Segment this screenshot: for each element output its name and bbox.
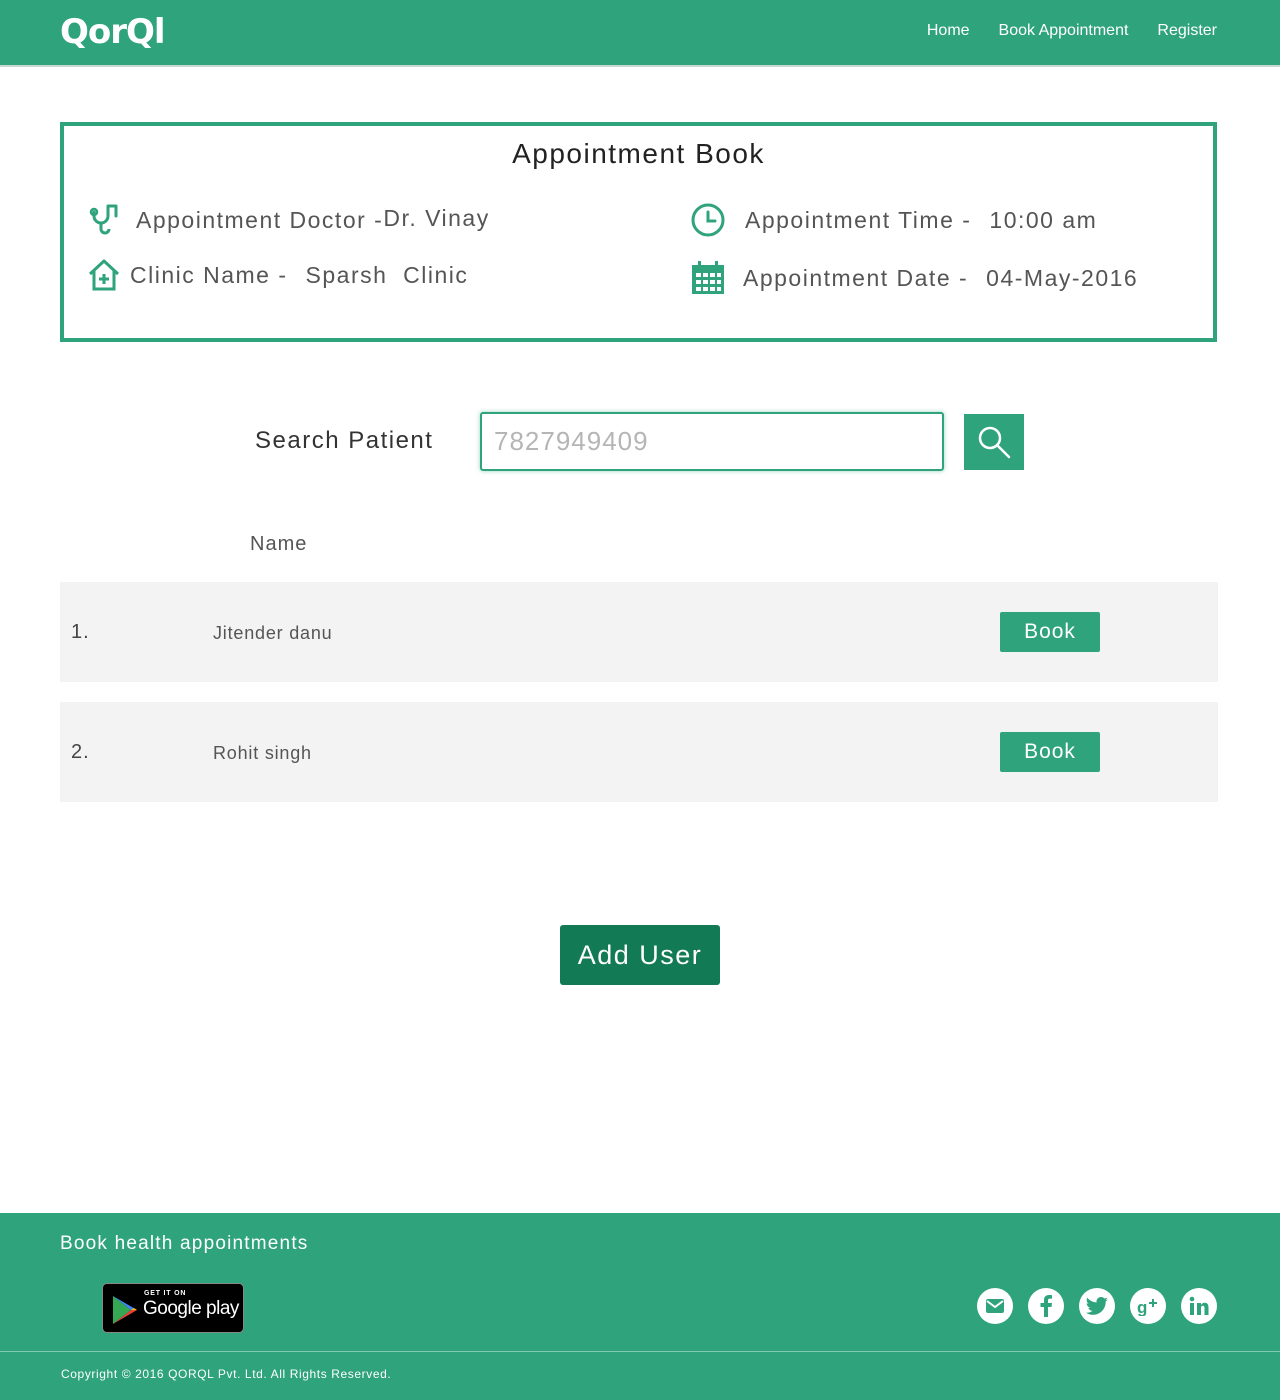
time-label: Appointment Time - (745, 206, 972, 233)
name-column-header: Name (250, 533, 308, 555)
patient-name: Rohit singh (213, 743, 312, 763)
clinic-value: Sparsh Clinic (305, 261, 469, 288)
copyright-text: Copyright © 2016 QORQL Pvt. Ltd. All Rig… (61, 1367, 392, 1381)
clock-icon (691, 203, 725, 237)
linkedin-icon[interactable] (1181, 1288, 1217, 1324)
search-icon (978, 426, 1011, 459)
footer: Book health appointments GET IT ON Googl… (0, 1213, 1280, 1400)
facebook-icon[interactable] (1028, 1288, 1064, 1324)
clinic-row: Clinic Name - Sparsh Clinic (86, 257, 468, 293)
time-row: Appointment Time - 10:00 am (690, 202, 1097, 238)
row-number: 2. (71, 741, 90, 763)
clinic-label: Clinic Name - (130, 261, 288, 288)
footer-tagline: Book health appointments (60, 1233, 309, 1254)
search-patient-label: Search Patient (255, 427, 434, 454)
doctor-label: Appointment Doctor - (136, 206, 384, 233)
doctor-value: Dr. Vinay (383, 204, 490, 231)
add-user-button[interactable]: Add User (560, 925, 720, 985)
date-label: Appointment Date - (743, 264, 969, 291)
google-plus-icon[interactable]: g (1130, 1288, 1166, 1324)
table-row: 1. Jitender danu Book (60, 582, 1218, 682)
social-links: g (977, 1288, 1217, 1324)
time-value: 10:00 am (989, 206, 1098, 233)
main-nav: Home Book Appointment Register (927, 20, 1217, 42)
search-button[interactable] (964, 414, 1024, 470)
footer-divider (0, 1351, 1280, 1352)
patient-name: Jitender danu (213, 623, 333, 643)
top-header: QorQl Home Book Appointment Register (0, 0, 1280, 67)
clinic-home-icon (88, 259, 120, 291)
nav-register-link[interactable]: Register (1157, 20, 1217, 42)
twitter-icon[interactable] (1079, 1288, 1115, 1324)
svg-text:g: g (1137, 1298, 1147, 1316)
date-row: Appointment Date - 04-May-2016 (690, 260, 1138, 296)
nav-book-appointment-link[interactable]: Book Appointment (999, 20, 1129, 42)
appointment-title: Appointment Book (512, 138, 765, 169)
stethoscope-icon (89, 204, 118, 235)
google-play-badge[interactable]: GET IT ON Google play (102, 1283, 244, 1333)
logo[interactable]: QorQl (60, 12, 166, 52)
appointment-panel: Appointment Book Appointment Doctor - Dr… (60, 122, 1217, 342)
email-icon[interactable] (977, 1288, 1013, 1324)
gplay-small-text: GET IT ON (144, 1290, 187, 1297)
table-row: 2. Rohit singh Book (60, 702, 1218, 802)
nav-home-link[interactable]: Home (927, 20, 970, 42)
search-patient-input[interactable] (480, 412, 944, 471)
row-number: 1. (71, 621, 90, 643)
book-button[interactable]: Book (1000, 612, 1100, 652)
gplay-big-text: Google play (143, 1298, 239, 1319)
google-play-icon (113, 1296, 137, 1324)
doctor-row: Appointment Doctor - Dr. Vinay (88, 202, 490, 238)
book-button[interactable]: Book (1000, 732, 1100, 772)
date-value: 04-May-2016 (986, 264, 1139, 291)
calendar-icon (692, 261, 724, 294)
